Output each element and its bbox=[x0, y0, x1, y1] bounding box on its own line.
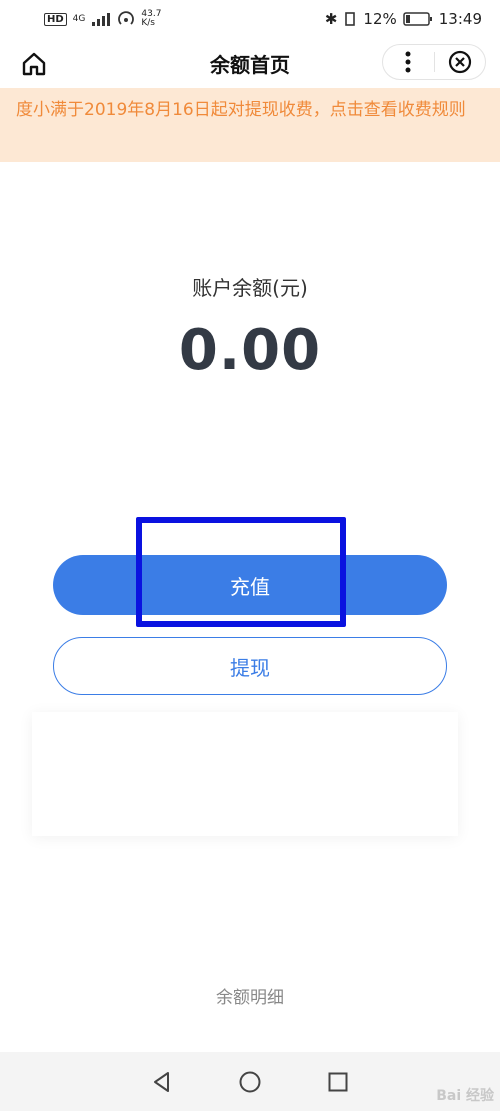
info-card bbox=[32, 712, 458, 836]
battery-percent: 12% bbox=[363, 10, 397, 28]
navigation-bar: 余额首页 bbox=[0, 38, 500, 88]
balance-amount: 0.00 bbox=[178, 318, 322, 383]
status-bar: HD 4G 43.7 K/s ✱ 12% 13:49 bbox=[0, 0, 500, 38]
fee-notice-banner[interactable]: 度小满于2019年8月16日起对提现收费，点击查看收费规则 bbox=[0, 88, 500, 162]
home-circle-icon[interactable] bbox=[238, 1070, 262, 1094]
more-dots-icon bbox=[405, 51, 411, 73]
bluetooth-icon: ✱ bbox=[324, 10, 338, 28]
status-bar-left: HD 4G 43.7 K/s bbox=[44, 10, 161, 28]
status-bar-right: ✱ 12% 13:49 bbox=[325, 10, 482, 28]
battery-icon bbox=[403, 12, 432, 26]
balance-label: 账户余额(元) bbox=[192, 276, 308, 300]
speed-unit: K/s bbox=[141, 18, 155, 28]
fee-notice-text: 度小满于2019年8月16日起对提现收费，点击查看收费规则 bbox=[16, 100, 466, 120]
clock: 13:49 bbox=[438, 10, 482, 28]
signal-icon bbox=[92, 13, 111, 26]
hd-badge: HD bbox=[44, 12, 67, 26]
page-title: 余额首页 bbox=[210, 52, 290, 77]
hotspot-icon bbox=[118, 11, 135, 25]
withdraw-button[interactable]: 提现 bbox=[53, 637, 447, 695]
system-navigation-bar bbox=[0, 1052, 500, 1111]
withdraw-label: 提现 bbox=[230, 655, 270, 680]
close-button[interactable] bbox=[434, 45, 485, 79]
mini-program-capsule bbox=[382, 44, 486, 80]
more-button[interactable] bbox=[383, 45, 434, 79]
network-type: 4G bbox=[72, 13, 86, 24]
vibrate-icon bbox=[345, 12, 356, 26]
annotation-highlight-box bbox=[136, 517, 346, 627]
recents-icon[interactable] bbox=[326, 1070, 350, 1094]
close-circle-icon bbox=[448, 50, 471, 74]
watermark-logo: Bai 经验 bbox=[436, 1088, 494, 1104]
balance-detail-link[interactable]: 余额明细 bbox=[0, 983, 500, 1008]
back-icon[interactable] bbox=[150, 1070, 174, 1094]
network-speed: 43.7 K/s bbox=[141, 10, 161, 28]
home-icon[interactable] bbox=[20, 50, 48, 78]
